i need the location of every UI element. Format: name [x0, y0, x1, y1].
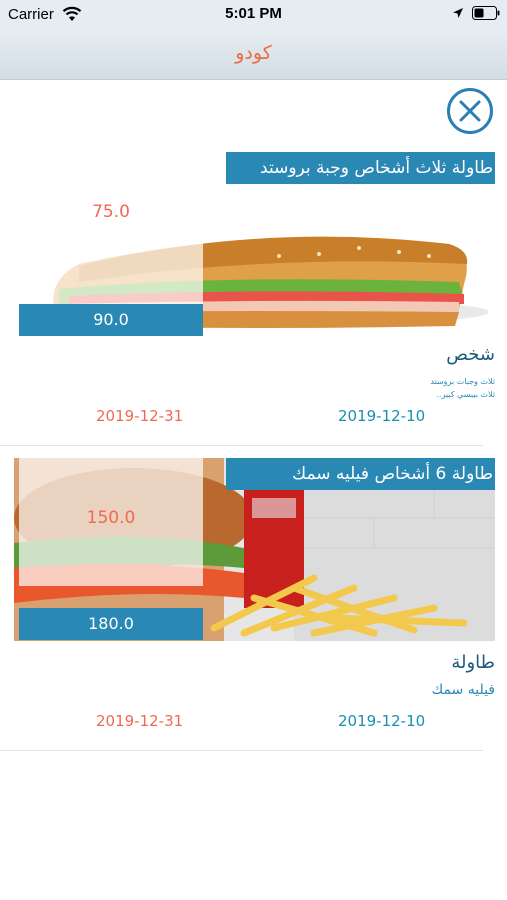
- start-date: 2019-12-10: [338, 407, 426, 425]
- end-date: 2019-12-31: [96, 712, 184, 730]
- price-overlay: 150.0: [19, 458, 203, 586]
- offer-description: ثلاث بيبسي كبير..: [436, 390, 495, 399]
- offer-title: طاولة ثلاث أشخاص وجبة بروستد: [226, 152, 495, 184]
- offer-description: ثلاث وجبات بروستد: [430, 377, 495, 386]
- divider: [0, 445, 483, 446]
- offer-title: طاولة 6 أشخاص فيليه سمك: [226, 458, 495, 490]
- new-price: 75.0: [92, 202, 130, 222]
- navigation-bar: كودو: [0, 30, 507, 80]
- offer-name: طاولة: [451, 652, 495, 673]
- old-price: 180.0: [19, 608, 203, 640]
- status-time: 5:01 PM: [225, 5, 282, 22]
- divider: [0, 750, 483, 751]
- end-date: 2019-12-31: [96, 407, 184, 425]
- status-bar: Carrier 5:01 PM: [0, 0, 507, 30]
- offer-card[interactable]: 150.0 180.0 طاولة 6 أشخاص فيليه سمك طاول…: [0, 458, 507, 752]
- page-title: كودو: [235, 42, 272, 64]
- close-icon: [459, 100, 481, 122]
- new-price: 150.0: [86, 508, 136, 528]
- close-button[interactable]: [447, 88, 493, 134]
- offer-card[interactable]: 75.0 90.0 طاولة ثلاث أشخاص وجبة بروستد ش…: [0, 152, 507, 446]
- old-price: 90.0: [19, 304, 203, 336]
- location-arrow-icon: [453, 8, 463, 18]
- battery-icon: [472, 6, 500, 20]
- start-date: 2019-12-10: [338, 712, 426, 730]
- offer-name: شخص: [446, 344, 495, 365]
- offer-description: فيليه سمك: [431, 682, 495, 698]
